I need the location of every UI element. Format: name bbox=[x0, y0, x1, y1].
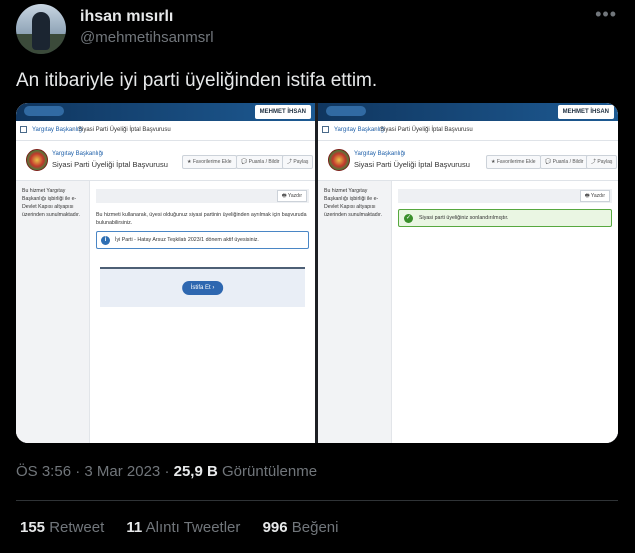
breadcrumb-separator: › bbox=[374, 127, 376, 133]
retweets-count: 155 bbox=[20, 519, 46, 536]
service-header: Yargıtay Başkanlığı Siyasi Parti Üyeliği… bbox=[318, 141, 618, 181]
likes-label: Beğeni bbox=[291, 519, 339, 536]
sidebar-text: Bu hizmet Yargıtay Başkanlığı işbirliği … bbox=[22, 188, 80, 218]
likes-count: 996 bbox=[262, 519, 288, 536]
check-icon: ✓ bbox=[404, 214, 413, 223]
action-box: İstifa Et › bbox=[100, 267, 305, 307]
info-text: Bu hizmeti kullanarak, üyesi olduğunuz s… bbox=[96, 212, 307, 226]
more-options-icon[interactable]: ••• bbox=[595, 4, 617, 25]
membership-notice: i İyi Parti - Hatay Arsuz Teşkilatı 2023… bbox=[96, 231, 309, 249]
quotes-label: Alıntı Tweetler bbox=[145, 519, 241, 536]
share-button: ⤴ Paylaş bbox=[586, 155, 618, 169]
breadcrumb: Yargıtay Başkanlığı › Siyasi Parti Üyeli… bbox=[16, 121, 315, 141]
meta-dot: · bbox=[164, 463, 170, 480]
breadcrumb-home: Yargıtay Başkanlığı bbox=[32, 127, 84, 133]
edevlet-logo bbox=[326, 106, 366, 116]
notice-text: İyi Parti - Hatay Arsuz Teşkilatı 2023/1… bbox=[115, 237, 259, 243]
breadcrumb-current: Siyasi Parti Üyeliği İptal Başvurusu bbox=[78, 127, 171, 133]
meta-dot: · bbox=[75, 463, 81, 480]
quotes-count: 11 bbox=[126, 519, 143, 536]
print-button: 🖶 Yazdır bbox=[579, 190, 610, 202]
service-title: Siyasi Parti Üyeliği İptal Başvurusu bbox=[354, 160, 470, 169]
tweet-date[interactable]: 3 Mar 2023 bbox=[84, 463, 160, 480]
share-button: ⤴ Paylaş bbox=[282, 155, 314, 169]
author-name[interactable]: ihsan mısırlı bbox=[80, 8, 173, 26]
success-alert: ✓ Siyasi parti üyeliğiniz sonlandırılmış… bbox=[398, 209, 612, 227]
tweet-meta: ÖS 3:56 · 3 Mar 2023 · 25,9 B Görüntülen… bbox=[16, 463, 317, 480]
tool-row: 🖶 Yazdır bbox=[398, 189, 612, 203]
screenshot-before[interactable]: MEHMET İHSAN Yargıtay Başkanlığı › Siyas… bbox=[16, 103, 315, 443]
breadcrumb-home: Yargıtay Başkanlığı bbox=[334, 127, 386, 133]
sidebar: Bu hizmet Yargıtay Başkanlığı işbirliği … bbox=[16, 181, 90, 443]
author-handle[interactable]: @mehmetihsanmsrl bbox=[80, 29, 214, 46]
success-text: Siyasi parti üyeliğiniz sonlandırılmıştı… bbox=[419, 215, 509, 221]
quotes-stat[interactable]: 11 Alıntı Tweetler bbox=[126, 519, 244, 536]
tweet-time[interactable]: ÖS 3:56 bbox=[16, 463, 71, 480]
edevlet-topbar: MEHMET İHSAN bbox=[318, 103, 618, 121]
rate-button: 💬 Puanla / Bildir bbox=[540, 155, 589, 169]
print-button: 🖶 Yazdır bbox=[276, 190, 307, 202]
edevlet-logo bbox=[24, 106, 64, 116]
service-org: Yargıtay Başkanlığı bbox=[52, 151, 104, 157]
sidebar: Bu hizmet Yargıtay Başkanlığı işbirliği … bbox=[318, 181, 392, 443]
main-content: 🖶 Yazdır ✓ Siyasi parti üyeliğiniz sonla… bbox=[392, 181, 618, 443]
breadcrumb-current: Siyasi Parti Üyeliği İptal Başvurusu bbox=[380, 127, 473, 133]
home-icon bbox=[20, 126, 27, 133]
home-icon bbox=[322, 126, 329, 133]
service-title: Siyasi Parti Üyeliği İptal Başvurusu bbox=[52, 160, 168, 169]
retweets-stat[interactable]: 155 Retweet bbox=[20, 519, 108, 536]
tweet-stats: 155 Retweet 11 Alıntı Tweetler 996 Beğen… bbox=[20, 519, 356, 536]
yargitay-seal-icon bbox=[26, 149, 48, 171]
views-label: Görüntülenme bbox=[222, 463, 318, 480]
edevlet-topbar: MEHMET İHSAN bbox=[16, 103, 315, 121]
likes-stat[interactable]: 996 Beğeni bbox=[263, 519, 339, 536]
yargitay-seal-icon bbox=[328, 149, 350, 171]
screenshot-after[interactable]: MEHMET İHSAN Yargıtay Başkanlığı › Siyas… bbox=[318, 103, 618, 443]
service-header: Yargıtay Başkanlığı Siyasi Parti Üyeliği… bbox=[16, 141, 315, 181]
main-content: 🖶 Yazdır Bu hizmeti kullanarak, üyesi ol… bbox=[90, 181, 315, 443]
avatar[interactable] bbox=[16, 4, 66, 54]
sidebar-text: Bu hizmet Yargıtay Başkanlığı işbirliği … bbox=[324, 188, 382, 218]
breadcrumb-separator: › bbox=[72, 127, 74, 133]
info-icon: i bbox=[101, 236, 110, 245]
user-button: MEHMET İHSAN bbox=[557, 105, 614, 119]
avatar-person bbox=[32, 12, 50, 50]
favorites-button: ★ Favorilerime Ekle bbox=[182, 155, 237, 169]
tweet-text: An itibariyle iyi parti üyeliğinden isti… bbox=[16, 70, 378, 91]
breadcrumb: Yargıtay Başkanlığı › Siyasi Parti Üyeli… bbox=[318, 121, 618, 141]
views-count: 25,9 B bbox=[173, 463, 218, 480]
service-org: Yargıtay Başkanlığı bbox=[354, 151, 406, 157]
user-button: MEHMET İHSAN bbox=[254, 105, 311, 119]
istifa-button: İstifa Et › bbox=[181, 281, 224, 295]
retweets-label: Retweet bbox=[49, 519, 105, 536]
divider bbox=[16, 500, 618, 501]
tweet-media[interactable]: MEHMET İHSAN Yargıtay Başkanlığı › Siyas… bbox=[16, 103, 618, 443]
rate-button: 💬 Puanla / Bildir bbox=[236, 155, 285, 169]
favorites-button: ★ Favorilerime Ekle bbox=[486, 155, 541, 169]
tool-row: 🖶 Yazdır bbox=[96, 189, 309, 203]
